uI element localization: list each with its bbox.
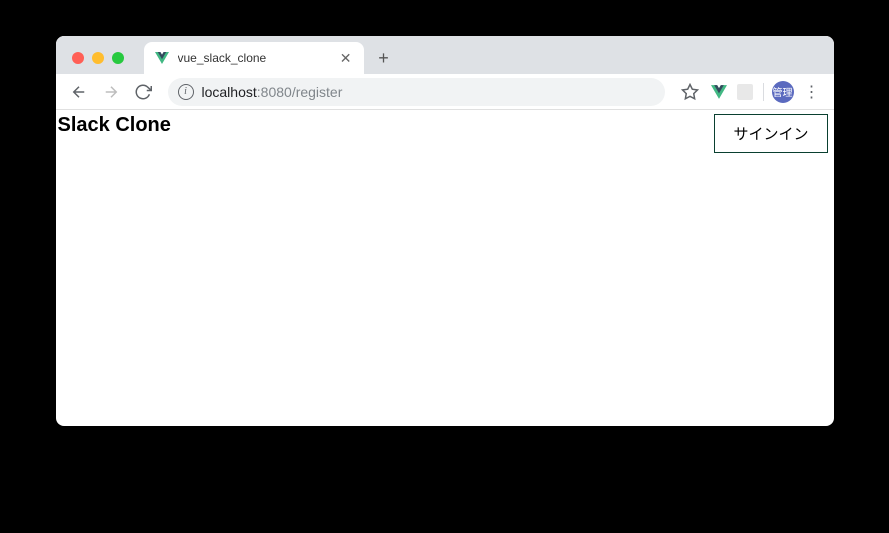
back-button[interactable]	[66, 79, 92, 105]
browser-window: vue_slack_clone ✕ + i localhost:8080/reg…	[56, 36, 834, 426]
url-text: localhost:8080/register	[202, 84, 343, 100]
bookmark-star-icon[interactable]	[677, 79, 703, 105]
maximize-window-button[interactable]	[112, 52, 124, 64]
new-tab-button[interactable]: +	[370, 44, 398, 72]
site-info-icon[interactable]: i	[178, 84, 194, 100]
address-bar[interactable]: i localhost:8080/register	[168, 78, 665, 106]
close-window-button[interactable]	[72, 52, 84, 64]
signin-button[interactable]: サインイン	[714, 114, 827, 153]
minimize-window-button[interactable]	[92, 52, 104, 64]
browser-menu-icon[interactable]: ⋮	[800, 82, 824, 102]
extension-icon[interactable]	[735, 82, 755, 102]
profile-badge[interactable]: 管理	[772, 81, 794, 103]
toolbar-divider	[763, 83, 764, 101]
browser-toolbar: i localhost:8080/register 管理 ⋮	[56, 74, 834, 110]
vue-devtools-extension-icon[interactable]	[709, 82, 729, 102]
browser-tab[interactable]: vue_slack_clone ✕	[144, 42, 364, 74]
page-title: Slack Clone	[58, 114, 171, 137]
tab-bar: vue_slack_clone ✕ +	[56, 36, 834, 74]
forward-button[interactable]	[98, 79, 124, 105]
tab-close-icon[interactable]: ✕	[338, 50, 354, 67]
reload-button[interactable]	[130, 79, 156, 105]
page-content: Slack Clone サインイン	[56, 110, 834, 157]
url-host: localhost	[202, 84, 257, 100]
vue-favicon-icon	[154, 50, 170, 66]
window-controls	[66, 52, 134, 74]
tab-title: vue_slack_clone	[178, 51, 330, 65]
url-path: /register	[292, 84, 343, 100]
url-port: :8080	[257, 84, 292, 100]
